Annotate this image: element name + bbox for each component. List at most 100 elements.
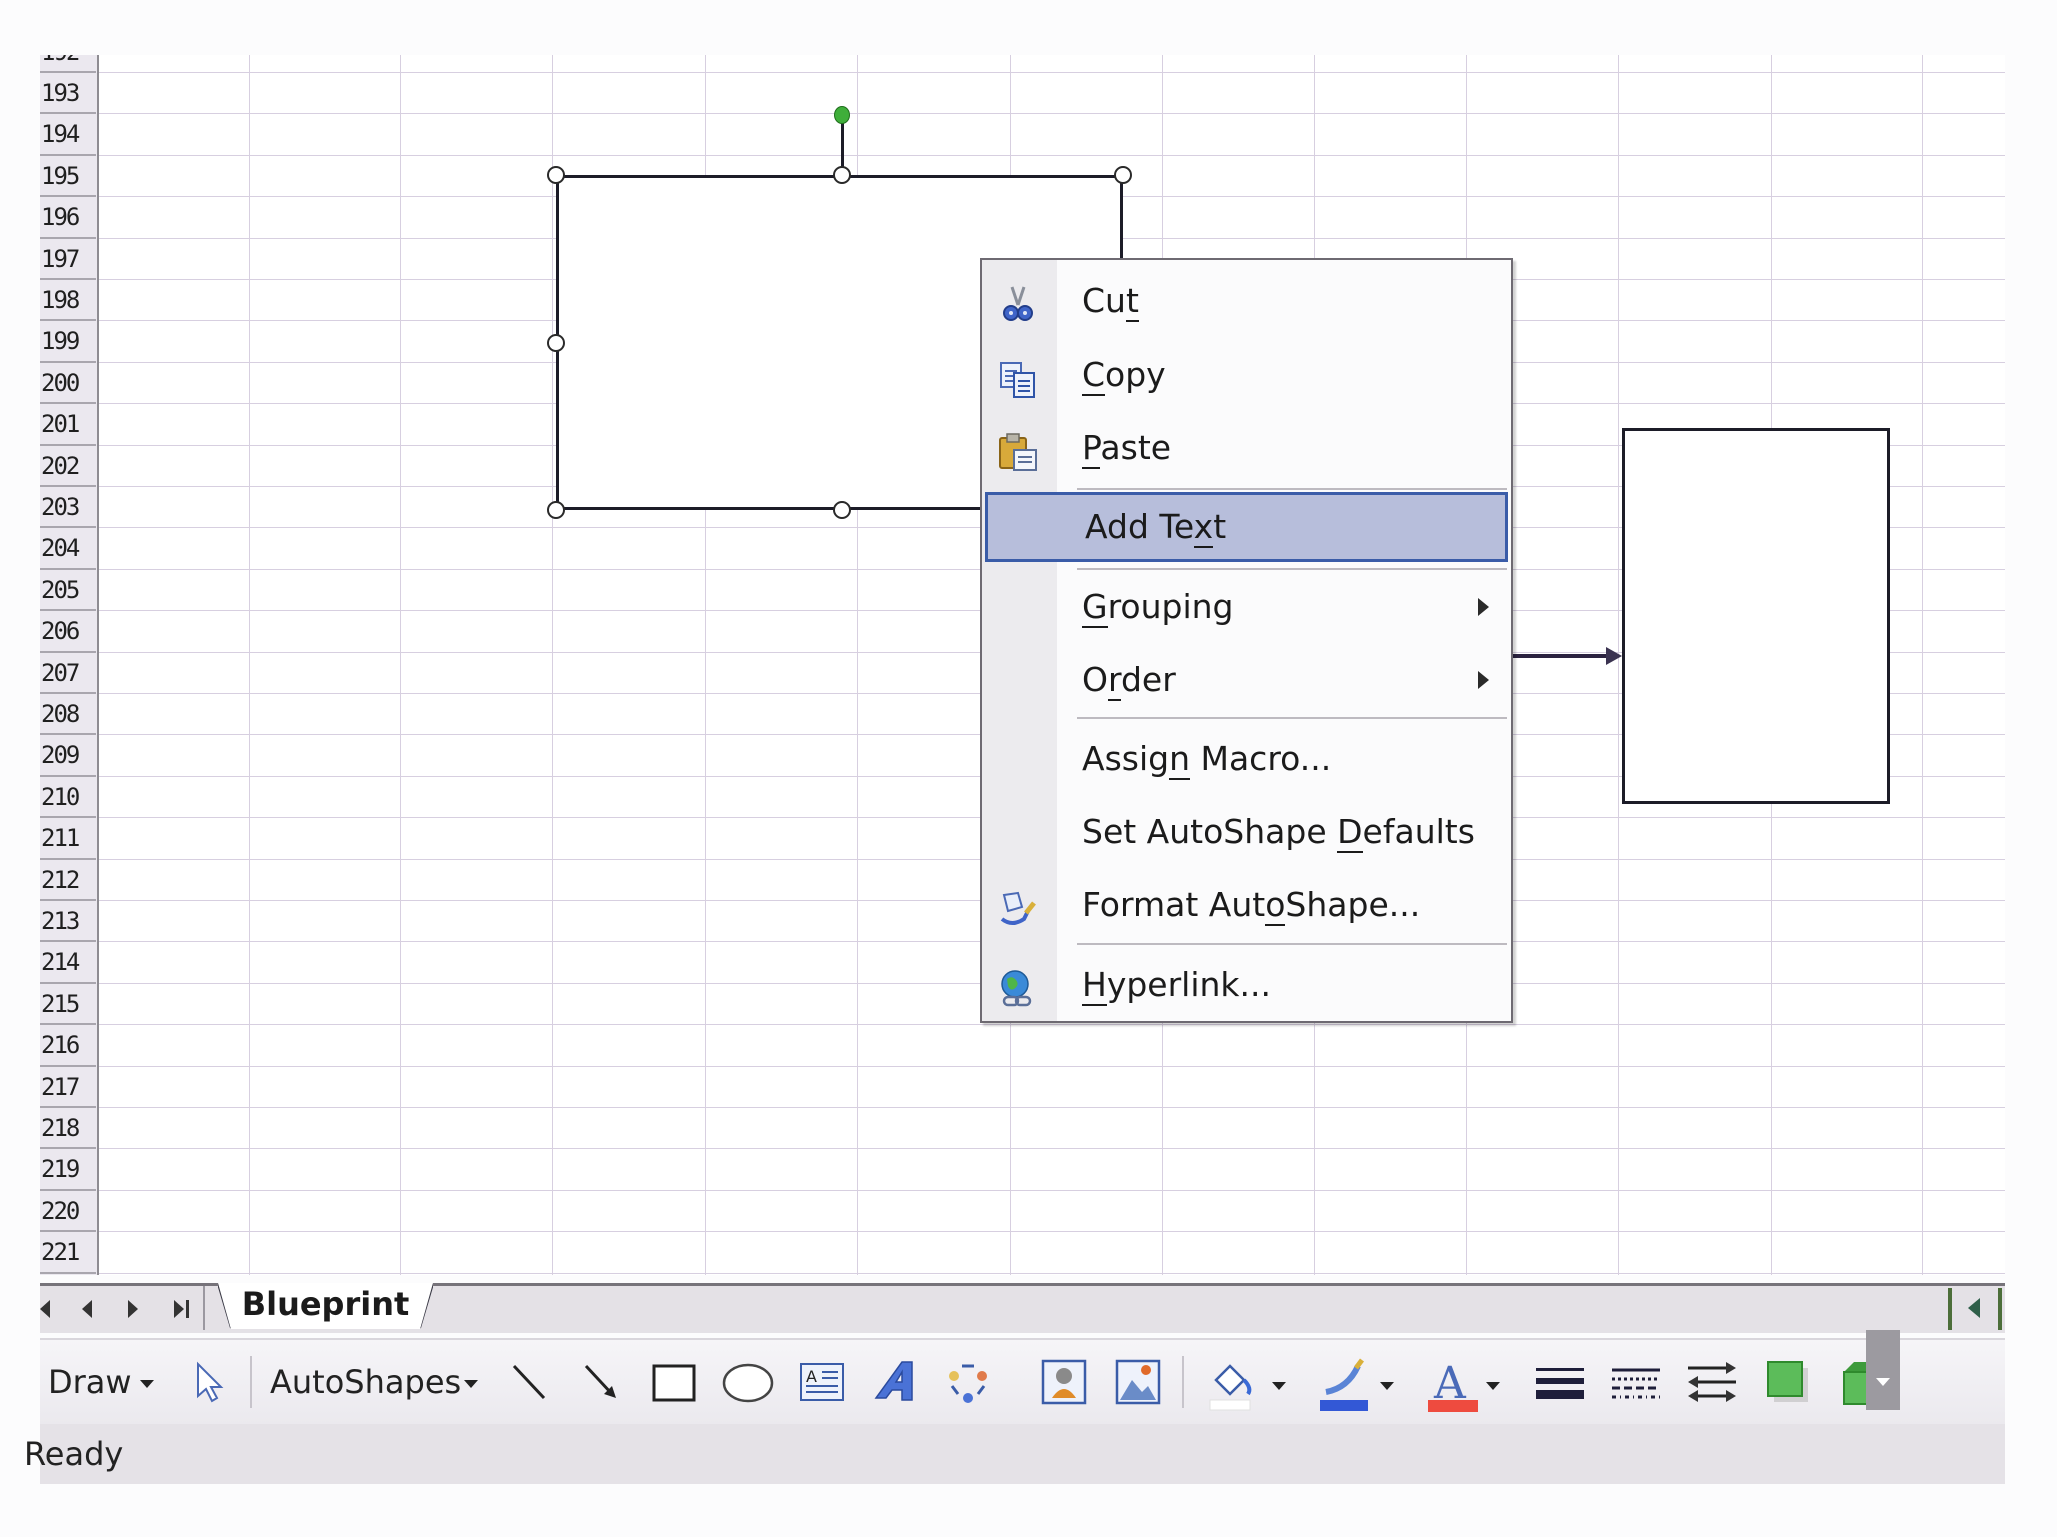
rectangle-tool-icon[interactable] — [650, 1358, 698, 1406]
text-box-tool-icon[interactable]: A — [798, 1358, 846, 1406]
select-objects-icon[interactable] — [184, 1358, 232, 1406]
hyperlink-globe-icon — [998, 965, 1038, 1007]
menu-item-set-autoshape-defaults[interactable]: Set AutoShape Defaults — [982, 799, 1511, 865]
clip-art-tool-icon[interactable] — [1040, 1358, 1088, 1406]
connector-arrow[interactable] — [1513, 654, 1613, 658]
first-sheet-button[interactable] — [40, 1300, 50, 1318]
fill-color-swatch — [1209, 1399, 1251, 1411]
next-sheet-button[interactable] — [128, 1300, 138, 1318]
menu-item-copy[interactable]: Copy — [982, 342, 1511, 408]
row-header-194[interactable]: 194 — [40, 114, 96, 156]
paste-icon — [998, 428, 1038, 471]
shadow-style-icon[interactable] — [1764, 1358, 1812, 1406]
oval-tool-icon[interactable] — [722, 1358, 774, 1406]
status-text: Ready — [24, 1435, 124, 1473]
row-header-214[interactable]: 214 — [40, 942, 96, 984]
toolbar-options-button[interactable] — [1866, 1330, 1900, 1410]
row-header-200[interactable]: 200 — [40, 363, 96, 405]
toolbar-separator — [250, 1356, 252, 1408]
row-header-218[interactable]: 218 — [40, 1108, 96, 1150]
row-header-198[interactable]: 198 — [40, 280, 96, 322]
row-header-192[interactable]: 192 — [40, 55, 96, 73]
autoshapes-menu-label: AutoShapes — [270, 1363, 462, 1401]
last-sheet-button[interactable] — [174, 1300, 184, 1318]
menu-item-add-text[interactable]: Add Text — [985, 492, 1508, 562]
resize-handle-bottom-middle[interactable] — [833, 501, 851, 519]
row-header-216[interactable]: 216 — [40, 1025, 96, 1067]
menu-item-order[interactable]: Order — [982, 647, 1511, 713]
menu-item-set-autoshape-defaults-label: Set AutoShape Defaults — [1082, 812, 1475, 853]
row-header-208[interactable]: 208 — [40, 694, 96, 736]
draw-menu-button[interactable]: Draw — [48, 1360, 132, 1404]
row-header-204[interactable]: 204 — [40, 528, 96, 570]
dash-style-icon[interactable] — [1610, 1358, 1660, 1406]
column-gridline — [1618, 55, 1619, 1275]
menu-item-hyperlink[interactable]: Hyperlink... — [982, 952, 1511, 1018]
target-rectangle-shape[interactable] — [1622, 428, 1890, 804]
insert-picture-tool-icon[interactable] — [1114, 1358, 1162, 1406]
row-header-column: 1921931941951961971981992002012022032042… — [40, 55, 99, 1275]
menu-item-grouping[interactable]: Grouping — [982, 574, 1511, 640]
rotation-handle[interactable] — [834, 106, 850, 124]
column-gridline — [552, 55, 553, 1275]
menu-item-format-autoshape[interactable]: Format AutoShape... — [982, 872, 1511, 938]
row-header-199[interactable]: 199 — [40, 321, 96, 363]
resize-handle-bottom-left[interactable] — [547, 501, 565, 519]
menu-separator — [1077, 943, 1507, 945]
horizontal-scroll-left-button[interactable] — [1948, 1288, 2002, 1330]
row-header-220[interactable]: 220 — [40, 1191, 96, 1233]
resize-handle-middle-left[interactable] — [547, 334, 565, 352]
resize-handle-top-left[interactable] — [547, 166, 565, 184]
format-autoshape-icon — [998, 885, 1038, 925]
draw-menu-label: Draw — [48, 1363, 132, 1401]
line-style-icon[interactable] — [1534, 1358, 1584, 1406]
fill-color-icon[interactable] — [1208, 1358, 1256, 1411]
row-header-197[interactable]: 197 — [40, 239, 96, 280]
line-tool-icon[interactable] — [506, 1358, 554, 1406]
scissors-icon — [998, 281, 1038, 321]
menu-item-assign-macro[interactable]: Assign Macro... — [982, 726, 1511, 792]
line-color-dropdown-icon[interactable] — [1380, 1382, 1394, 1390]
row-header-211[interactable]: 211 — [40, 818, 96, 860]
toolbar-options-icon — [1876, 1378, 1890, 1386]
row-header-201[interactable]: 201 — [40, 404, 96, 446]
arrow-style-icon[interactable] — [1686, 1358, 1736, 1406]
row-header-210[interactable]: 210 — [40, 777, 96, 819]
row-header-209[interactable]: 209 — [40, 735, 96, 777]
diagram-tool-icon[interactable] — [944, 1358, 992, 1406]
resize-handle-top-middle[interactable] — [833, 166, 851, 184]
row-header-215[interactable]: 215 — [40, 984, 96, 1026]
row-gridline — [97, 72, 2005, 73]
row-header-207[interactable]: 207 — [40, 653, 96, 694]
row-header-193[interactable]: 193 — [40, 73, 96, 115]
arrow-tool-icon[interactable] — [578, 1358, 626, 1406]
font-color-icon[interactable]: A — [1426, 1358, 1478, 1412]
row-header-196[interactable]: 196 — [40, 197, 96, 239]
menu-item-assign-macro-label: Assign Macro... — [1082, 739, 1332, 780]
fill-color-dropdown-icon[interactable] — [1272, 1382, 1286, 1390]
menu-item-cut[interactable]: Cut — [982, 268, 1511, 334]
row-header-202[interactable]: 202 — [40, 446, 96, 487]
row-header-203[interactable]: 203 — [40, 487, 96, 529]
column-gridline — [1922, 55, 1923, 1275]
row-header-213[interactable]: 213 — [40, 901, 96, 943]
row-header-221[interactable]: 221 — [40, 1232, 96, 1274]
row-header-217[interactable]: 217 — [40, 1067, 96, 1108]
column-gridline — [249, 55, 250, 1275]
line-color-icon[interactable] — [1318, 1358, 1368, 1411]
font-color-dropdown-icon[interactable] — [1486, 1382, 1500, 1390]
menu-item-paste[interactable]: Paste — [982, 415, 1511, 481]
row-header-195[interactable]: 195 — [40, 156, 96, 198]
wordart-tool-icon[interactable] — [872, 1358, 920, 1406]
sheet-tab-blueprint[interactable]: Blueprint — [218, 1283, 433, 1329]
row-header-206[interactable]: 206 — [40, 611, 96, 653]
toolbar-separator — [1182, 1356, 1184, 1408]
row-header-205[interactable]: 205 — [40, 570, 96, 612]
resize-handle-top-right[interactable] — [1114, 166, 1132, 184]
row-header-212[interactable]: 212 — [40, 860, 96, 901]
menu-separator — [1077, 488, 1507, 490]
row-header-219[interactable]: 219 — [40, 1149, 96, 1191]
tab-divider — [203, 1286, 205, 1330]
previous-sheet-button[interactable] — [82, 1300, 92, 1318]
autoshapes-menu-button[interactable]: AutoShapes — [270, 1360, 461, 1404]
